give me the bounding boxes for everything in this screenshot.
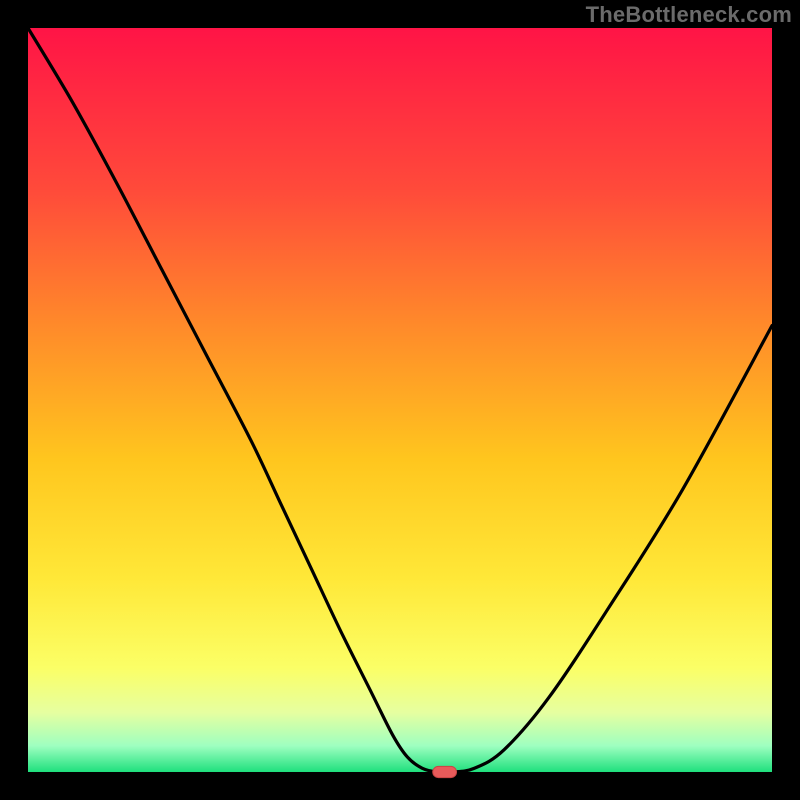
- bottleneck-chart: [0, 0, 800, 800]
- optimal-point-marker: [433, 766, 457, 777]
- plot-background: [28, 28, 772, 772]
- watermark-text: TheBottleneck.com: [586, 2, 792, 28]
